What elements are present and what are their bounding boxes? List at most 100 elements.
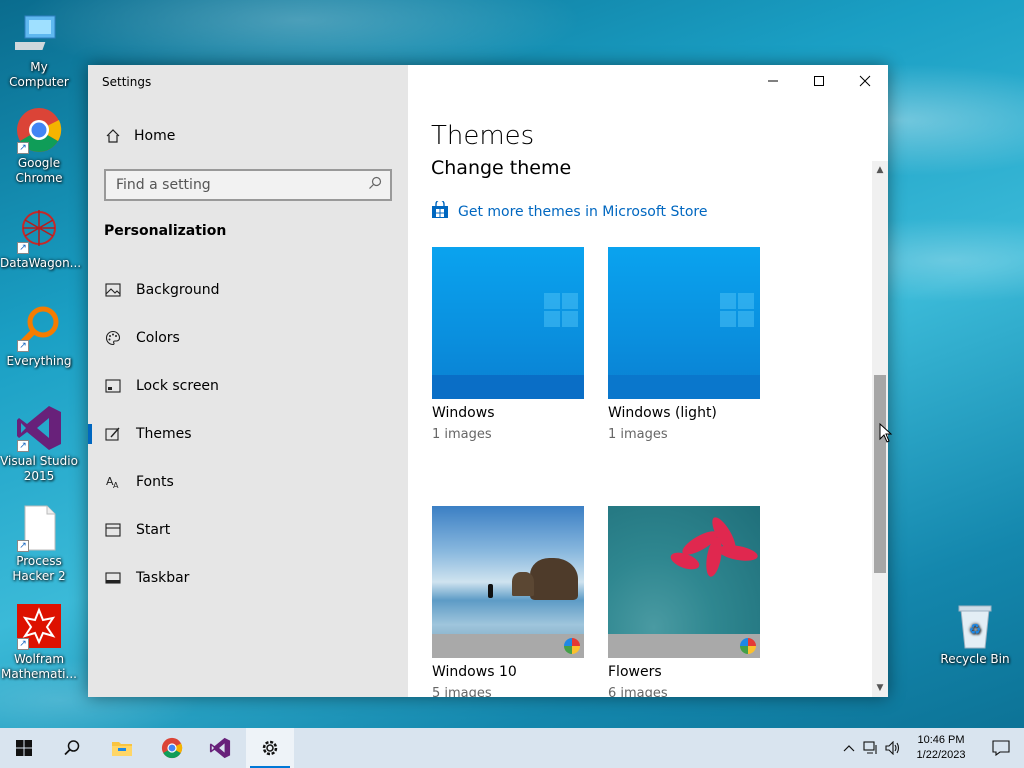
home-nav-item[interactable]: Home (104, 127, 175, 145)
taskbar-clock[interactable]: 10:46 PM 1/22/2023 (904, 733, 978, 763)
fonts-icon: AA (104, 473, 122, 491)
scroll-up-icon[interactable]: ▲ (875, 165, 885, 175)
taskbar-search-button[interactable] (48, 728, 96, 768)
theme-image-count: 1 images (432, 427, 492, 442)
file-explorer-icon (112, 742, 132, 756)
microsoft-store-link[interactable]: Get more themes in Microsoft Store (431, 199, 708, 223)
theme-thumbnail (608, 247, 760, 399)
visual-studio-icon: ↗ (15, 404, 63, 452)
window-title: Settings (102, 75, 152, 89)
chevron-up-icon[interactable] (838, 744, 860, 752)
shortcut-arrow-icon: ↗ (17, 142, 29, 154)
everything-search-icon: ↗ (15, 304, 63, 352)
theme-image-count: 1 images (608, 427, 668, 442)
chrome-icon: ↗ (15, 106, 63, 154)
theme-name: Windows (light) (608, 405, 717, 421)
shortcut-arrow-icon: ↗ (17, 340, 29, 352)
datawagon-icon: ↗ (15, 206, 63, 254)
theme-name: Windows 10 (432, 664, 517, 680)
document-icon: ↗ (15, 504, 63, 552)
theme-image-count: 5 images (432, 686, 492, 697)
scroll-down-icon[interactable]: ▼ (875, 683, 885, 693)
sidebar-item-background[interactable]: Background (88, 270, 408, 310)
search-icon (64, 740, 80, 756)
settings-sidebar: Settings Home Find a setting Personaliza… (88, 65, 408, 697)
windows-logo-icon (720, 293, 756, 329)
store-icon (431, 199, 449, 223)
taskbar-settings[interactable] (246, 728, 294, 768)
sidebar-item-label: Colors (136, 330, 180, 346)
desktop-icon-chrome[interactable]: ↗ Google Chrome (0, 106, 78, 186)
recycle-bin-icon: ♻ (951, 602, 999, 650)
windows-logo-icon (544, 293, 580, 329)
themes-icon (104, 425, 122, 443)
notifications-icon[interactable] (978, 740, 1024, 756)
taskbar-icon (104, 569, 122, 587)
home-label: Home (134, 128, 176, 144)
store-link-label: Get more themes in Microsoft Store (458, 204, 708, 220)
theme-name: Windows (432, 405, 495, 421)
desktop-icon-recycle-bin[interactable]: ♻ Recycle Bin (936, 602, 1014, 667)
sidebar-item-taskbar[interactable]: Taskbar (88, 558, 408, 598)
sidebar-item-lock-screen[interactable]: Lock screen (88, 366, 408, 406)
sidebar-item-themes[interactable]: Themes (88, 414, 408, 454)
taskbar-file-explorer[interactable] (98, 728, 146, 768)
palette-icon (104, 329, 122, 347)
sidebar-item-label: Fonts (136, 474, 174, 490)
sidebar-item-start[interactable]: Start (88, 510, 408, 550)
shortcut-arrow-icon: ↗ (17, 242, 29, 254)
search-placeholder: Find a setting (116, 177, 211, 193)
taskbar-chrome[interactable] (148, 728, 196, 768)
search-icon (368, 176, 382, 194)
taskbar-visual-studio[interactable] (196, 728, 244, 768)
start-icon (104, 521, 122, 539)
theme-card-windows-light[interactable]: Windows (light) 1 images (608, 247, 760, 442)
search-input[interactable]: Find a setting (104, 169, 392, 201)
sidebar-item-label: Start (136, 522, 171, 538)
theme-card-flowers[interactable]: Flowers 6 images (608, 506, 760, 697)
scrollbar-thumb[interactable] (874, 375, 886, 573)
windows-start-icon (16, 740, 32, 756)
svg-text:♻: ♻ (969, 622, 982, 638)
change-theme-heading: Change theme (431, 157, 572, 179)
svg-text:A: A (113, 481, 119, 490)
wolfram-icon: ↗ (15, 602, 63, 650)
chrome-icon (161, 737, 183, 759)
settings-icon (262, 740, 278, 756)
shortcut-arrow-icon: ↗ (17, 440, 29, 452)
desktop-icon-my-computer[interactable]: My Computer (0, 10, 78, 90)
network-icon[interactable] (860, 741, 882, 755)
home-icon (104, 127, 122, 145)
computer-icon (6, 10, 63, 58)
sidebar-item-label: Themes (136, 426, 192, 442)
desktop-icon-process-hacker[interactable]: ↗ Process Hacker 2 (0, 504, 78, 584)
theme-image-count: 6 images (608, 686, 668, 697)
themes-page: Themes Change theme Get more themes in M… (408, 65, 888, 697)
image-icon (104, 281, 122, 299)
clock-date: 1/22/2023 (916, 749, 966, 761)
taskbar: 10:46 PM 1/22/2023 (0, 728, 1024, 768)
theme-thumbnail (608, 506, 760, 658)
theme-thumbnail (432, 506, 584, 658)
theme-card-windows[interactable]: Windows 1 images (432, 247, 584, 442)
start-button[interactable] (0, 728, 48, 768)
desktop-icon-wolfram[interactable]: ↗ Wolfram Mathemati... (0, 602, 78, 682)
desktop-icon-everything[interactable]: ↗ Everything (0, 304, 78, 369)
color-wheel-icon (564, 638, 580, 654)
theme-name: Flowers (608, 664, 662, 680)
volume-icon[interactable] (882, 741, 904, 755)
clock-time: 10:46 PM (917, 734, 965, 746)
sidebar-item-label: Background (136, 282, 220, 298)
desktop-icon-visual-studio[interactable]: ↗ Visual Studio 2015 (0, 404, 78, 484)
settings-window: Settings Home Find a setting Personaliza… (88, 65, 888, 697)
desktop-icon-datawagon[interactable]: ↗ DataWagon... (0, 206, 81, 271)
color-wheel-icon (740, 638, 756, 654)
section-heading: Personalization (104, 223, 227, 239)
sidebar-item-colors[interactable]: Colors (88, 318, 408, 358)
theme-card-windows-10[interactable]: Windows 10 5 images (432, 506, 584, 697)
sidebar-item-label: Lock screen (136, 378, 219, 394)
sidebar-item-label: Taskbar (136, 570, 190, 586)
mouse-cursor-icon (879, 423, 893, 443)
page-title: Themes (431, 121, 535, 151)
sidebar-item-fonts[interactable]: AA Fonts (88, 462, 408, 502)
